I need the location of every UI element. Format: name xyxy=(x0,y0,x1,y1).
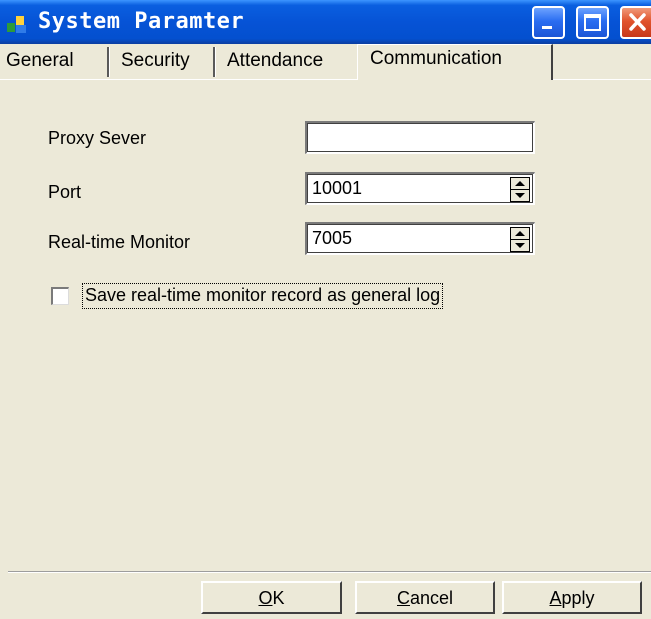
close-button[interactable] xyxy=(620,6,651,39)
ok-label: K xyxy=(272,587,285,608)
tab-baseline xyxy=(0,79,357,80)
tab-divider xyxy=(107,47,110,77)
tab-baseline xyxy=(553,79,651,80)
cancel-button[interactable]: Cancel xyxy=(355,581,495,614)
button-bar-divider xyxy=(8,572,651,573)
spin-up-icon xyxy=(515,231,525,236)
proxy-server-input[interactable] xyxy=(310,125,502,149)
proxy-server-field xyxy=(305,121,535,154)
realtime-monitor-input[interactable] xyxy=(310,226,502,250)
tab-divider xyxy=(213,47,216,77)
apply-button[interactable]: Apply xyxy=(502,581,642,614)
tab-security[interactable]: Security xyxy=(121,50,190,76)
realtime-monitor-spin-down[interactable] xyxy=(511,240,529,251)
close-icon xyxy=(629,13,646,31)
port-field xyxy=(305,172,535,205)
realtime-monitor-label: Real-time Monitor xyxy=(48,232,191,252)
cancel-mnemonic: C xyxy=(396,587,410,608)
cancel-label: ancel xyxy=(409,587,454,608)
spin-down-icon xyxy=(515,243,525,248)
title-bar[interactable]: System Paramter xyxy=(0,0,651,44)
minimize-button[interactable] xyxy=(532,6,565,39)
apply-label: pply xyxy=(561,587,595,608)
tab-attendance[interactable]: Attendance xyxy=(227,50,323,76)
minimize-icon xyxy=(542,26,552,29)
maximize-button[interactable] xyxy=(576,6,609,39)
realtime-monitor-spinner xyxy=(510,227,530,252)
tab-general[interactable]: General xyxy=(6,50,74,76)
ok-mnemonic: O xyxy=(258,587,273,608)
spin-down-icon xyxy=(515,193,525,198)
ok-button[interactable]: OK xyxy=(201,581,342,614)
app-icon xyxy=(7,16,26,33)
tab-communication-label: Communication xyxy=(370,48,502,69)
port-spin-down[interactable] xyxy=(511,190,529,201)
maximize-icon xyxy=(584,14,601,31)
tab-strip xyxy=(0,44,651,80)
apply-mnemonic: A xyxy=(549,587,562,608)
port-input[interactable] xyxy=(310,176,502,200)
realtime-monitor-field xyxy=(305,222,535,255)
port-spin-up[interactable] xyxy=(511,178,529,190)
realtime-monitor-spin-up[interactable] xyxy=(511,228,529,240)
save-log-checkbox[interactable] xyxy=(51,287,69,305)
spin-up-icon xyxy=(515,181,525,186)
save-log-label[interactable]: Save real-time monitor record as general… xyxy=(82,283,444,309)
port-label: Port xyxy=(48,182,82,202)
proxy-server-label: Proxy Sever xyxy=(48,128,147,148)
system-parameter-dialog: System Paramter General Security Attenda… xyxy=(0,0,651,619)
window-title: System Paramter xyxy=(38,9,245,34)
port-spinner xyxy=(510,177,530,202)
